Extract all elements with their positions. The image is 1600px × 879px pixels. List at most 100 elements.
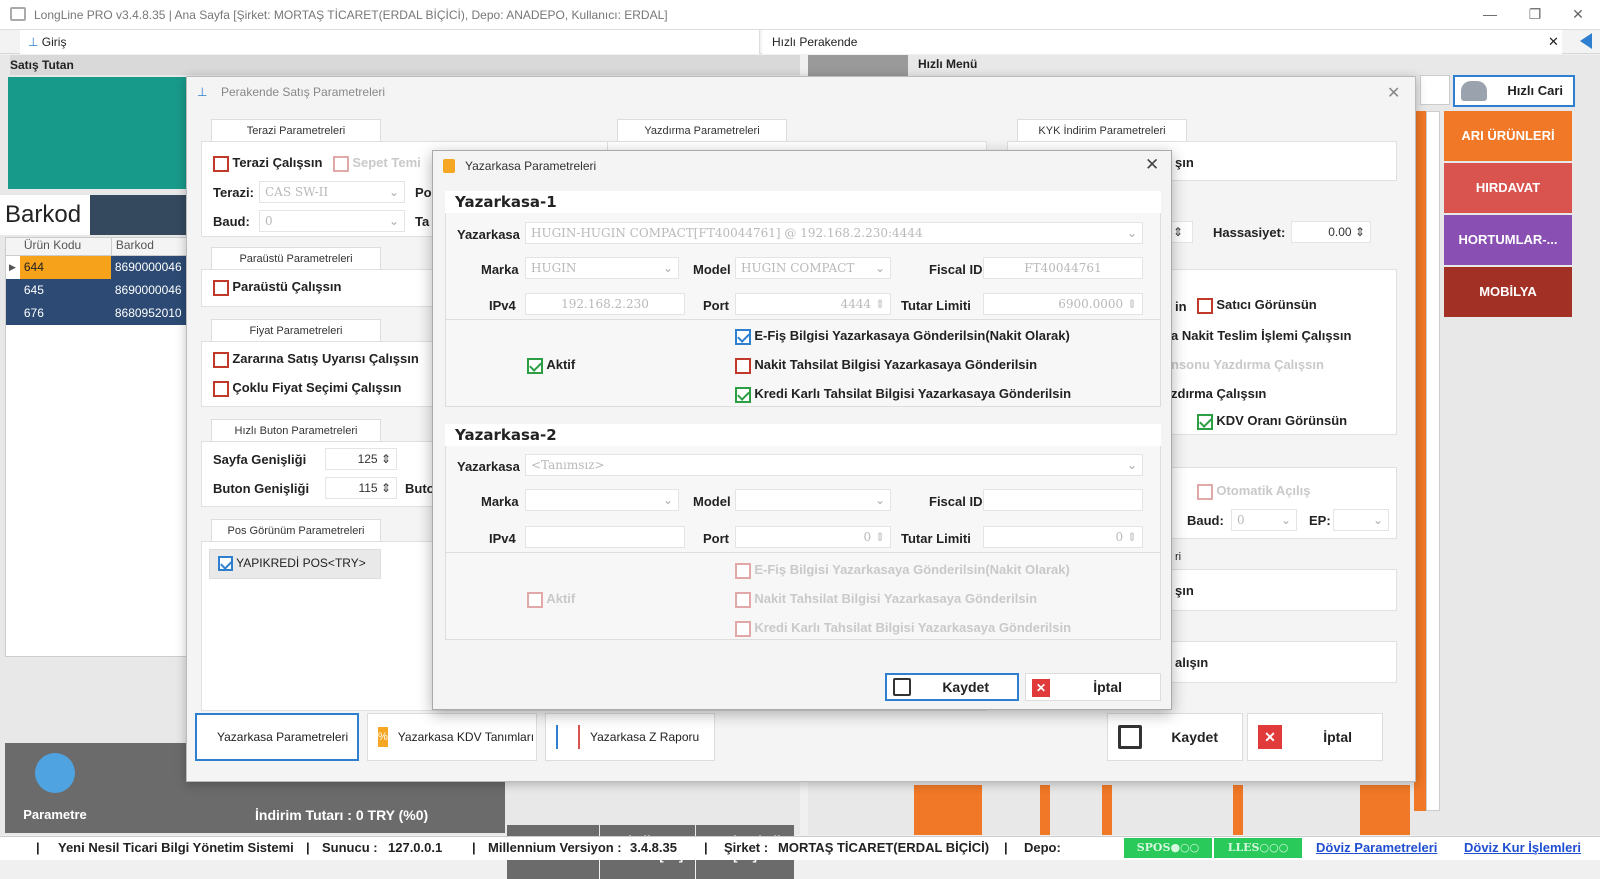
baud-select[interactable]: 0 ⌄ [259, 210, 405, 232]
user-edit-icon[interactable] [1420, 75, 1450, 105]
yk2-yazarkasa-select[interactable]: <Tanımsız> ⌄ [525, 454, 1143, 476]
product-table: Ürün Kodu Barkod ▶ 644 8690000046 645 86… [5, 237, 191, 657]
yk2-kredi-checkbox[interactable]: Kredi Karlı Tahsilat Bilgisi Yazarkasaya… [735, 620, 1071, 637]
yazarkasa-parametreleri-tab[interactable]: Yazarkasa Parametreleri [195, 713, 359, 761]
buton-genisligi-label: Buton Genişliği [213, 481, 310, 496]
quick-product-tile[interactable] [1233, 785, 1243, 835]
tab-close-button[interactable]: ✕ [1548, 34, 1559, 50]
perakende-kaydet-button[interactable]: Kaydet [1107, 713, 1243, 761]
yazarkasa-dialog: Yazarkasa Parametreleri ✕ Yazarkasa-1 Ya… [432, 150, 1172, 710]
minimize-button[interactable]: — [1480, 6, 1500, 22]
perakende-iptal-button[interactable]: ✕ İptal [1247, 713, 1383, 761]
pos-item[interactable]: YAPIKREDİ POS<TRY> [209, 549, 381, 579]
yk1-efis-checkbox[interactable]: E-Fiş Bilgisi Yazarkasaya Gönderilsin(Na… [735, 328, 1070, 345]
yazarkasa-z-raporu-tab[interactable]: Yazarkasa Z Raporu [545, 713, 715, 761]
yazarkasa-iptal-button[interactable]: ✕ İptal [1025, 673, 1161, 701]
category-mobilya[interactable]: MOBİLYA [1444, 267, 1572, 317]
quick-product-tile[interactable] [914, 785, 982, 835]
coklu-fiyat-checkbox[interactable]: Çoklu Fiyat Seçimi Çalışsın [213, 380, 401, 397]
yk1-port-input[interactable]: 4444 ⇕ [735, 293, 891, 315]
yazarkasa-z-raporu-label: Yazarkasa Z Raporu [590, 730, 700, 744]
yk2-tutar-input[interactable]: 0 ⇕ [983, 526, 1143, 548]
zarar-checkbox[interactable]: Zararına Satış Uyarısı Çalışsın [213, 351, 419, 368]
indirim-label: İndirim Tutarı : 0 TRY (%0) [255, 807, 429, 823]
sepet-checkbox[interactable]: Sepet Temi [333, 155, 433, 172]
yk2-aktif-checkbox[interactable]: Aktif [527, 591, 575, 608]
kdv-orani-checkbox[interactable]: KDV Oranı Görünsün [1197, 413, 1347, 430]
satici-checkbox[interactable]: Satıcı Görünsün [1197, 297, 1317, 314]
spos-indicator[interactable]: SPOS●○○ [1124, 838, 1212, 858]
hassasiyet-input[interactable]: 0.00 ⇕ [1291, 221, 1371, 243]
close-button[interactable]: ✕ [1568, 6, 1588, 23]
yk1-model-label: Model [693, 262, 731, 277]
paraustu-label: Paraüstü Çalışsın [232, 279, 342, 294]
yk2-nakit-label: Nakit Tahsilat Bilgisi Yazarkasaya Gönde… [754, 591, 1038, 606]
yk1-kredi-checkbox[interactable]: Kredi Karlı Tahsilat Bilgisi Yazarkasaya… [735, 386, 1071, 403]
yk1-model-select[interactable]: HUGIN COMPACT ⌄ [735, 257, 891, 279]
perakende-close-button[interactable]: ✕ [1387, 83, 1400, 103]
quick-product-tile[interactable] [1360, 785, 1410, 835]
sayfa-genisligi-label: Sayfa Genişliği [213, 452, 307, 467]
spinner-icon[interactable]: ⇕ [381, 452, 391, 466]
doviz-parametreleri-link[interactable]: Döviz Parametreleri [1316, 837, 1437, 859]
ep-label: EP: [1309, 513, 1331, 528]
yk2-efis-checkbox[interactable]: E-Fiş Bilgisi Yazarkasaya Gönderilsin(Na… [735, 562, 1070, 579]
baud-right-select[interactable]: 0 ⌄ [1231, 509, 1297, 531]
quick-product-tile[interactable] [1102, 785, 1112, 835]
otomatik-acilis-checkbox[interactable]: Otomatik Açılış [1197, 483, 1311, 500]
restore-button[interactable]: ❐ [1525, 6, 1545, 23]
yazarkasa-kdv-tab[interactable]: % Yazarkasa KDV Tanımları [367, 713, 537, 761]
ri-label: ri [1175, 551, 1182, 563]
yk1-port-value: 4444 [840, 297, 872, 311]
category-hirdavat[interactable]: HIRDAVAT [1444, 163, 1572, 213]
yk1-aktif-checkbox[interactable]: Aktif [527, 357, 575, 374]
column-header-barkod[interactable]: Barkod [110, 238, 190, 255]
parametre-button[interactable]: Parametre [5, 743, 105, 833]
collapse-arrow-icon[interactable] [1580, 33, 1592, 49]
quick-product-tile[interactable] [1040, 785, 1050, 835]
yk2-ipv4-input[interactable] [525, 526, 685, 548]
yk1-yazarkasa-select[interactable]: HUGIN-HUGIN COMPACT[FT40044761] @ 192.16… [525, 222, 1143, 244]
yk2-nakit-checkbox[interactable]: Nakit Tahsilat Bilgisi Yazarkasaya Gönde… [735, 591, 1037, 608]
tab-giris[interactable]: ⊥ Giriş [20, 30, 760, 54]
buton-genisligi-input[interactable]: 115 ⇕ [325, 477, 397, 499]
yk1-marka-select[interactable]: HUGIN ⌄ [525, 257, 679, 279]
yk1-fiscal-input[interactable]: FT40044761 [983, 257, 1143, 279]
table-row[interactable]: 676 8680952010 [6, 302, 190, 325]
lles-indicator[interactable]: LLES○○○ [1214, 838, 1302, 858]
tab-hizli-perakende[interactable]: Hızlı Perakende [762, 30, 1562, 54]
hizli-menu-header: Hızlı Menü [918, 57, 978, 71]
category-ari-urunleri[interactable]: ARI ÜRÜNLERİ [1444, 111, 1572, 161]
sayfa-genisligi-input[interactable]: 125 ⇕ [325, 448, 397, 470]
yk2-port-input[interactable]: 0 ⇕ [735, 526, 891, 548]
yk2-marka-select[interactable]: ⌄ [525, 489, 679, 511]
yk2-fiscal-input[interactable] [983, 489, 1143, 511]
table-row[interactable]: ▶ 644 8690000046 [6, 256, 190, 279]
paraustu-checkbox[interactable]: Paraüstü Çalışsın [213, 279, 341, 296]
yazarkasa-dialog-title: Yazarkasa Parametreleri [465, 159, 597, 173]
yazarkasa-kaydet-button[interactable]: Kaydet [885, 673, 1019, 701]
tab-row: ⊥ Giriş Hızlı Perakende ✕ [0, 30, 1600, 54]
barkod-input[interactable] [90, 195, 190, 235]
yazarkasa-close-button[interactable]: ✕ [1145, 155, 1159, 175]
baud-right-label: Baud: [1187, 513, 1224, 528]
table-row[interactable]: 645 8690000046 [6, 279, 190, 302]
yk1-tutar-input[interactable]: 6900.0000 ⇕ [983, 293, 1143, 315]
yazarkasa2-header: Yazarkasa-2 [445, 424, 1161, 446]
yk1-nakit-checkbox[interactable]: Nakit Tahsilat Bilgisi Yazarkasaya Gönde… [735, 357, 1037, 374]
yk1-yazarkasa-value: HUGIN-HUGIN COMPACT[FT40044761] @ 192.16… [531, 226, 923, 240]
yk2-model-select[interactable]: ⌄ [735, 489, 891, 511]
hizli-cari-button[interactable]: Hızlı Cari [1453, 75, 1575, 107]
category-hortumlar[interactable]: HORTUMLAR-... [1444, 215, 1572, 265]
vertical-scrollbar[interactable] [1426, 111, 1440, 811]
divider [445, 319, 1161, 320]
yk1-ipv4-input[interactable]: 192.168.2.230 [525, 293, 685, 315]
paraustu-group-tab: Paraüstü Parametreleri [211, 247, 381, 269]
spinner-icon[interactable]: ⇕ [381, 481, 391, 495]
terazi-calissin-checkbox[interactable]: Terazi Çalışsın [213, 155, 322, 172]
table-cell: 676 [23, 306, 44, 320]
terazi-select[interactable]: CAS SW-II ⌄ [259, 181, 405, 203]
doviz-kur-link[interactable]: Döviz Kur İşlemleri [1464, 837, 1581, 859]
column-header-urun-kodu[interactable]: Ürün Kodu [20, 238, 111, 255]
ep-select[interactable]: ⌄ [1333, 509, 1389, 531]
